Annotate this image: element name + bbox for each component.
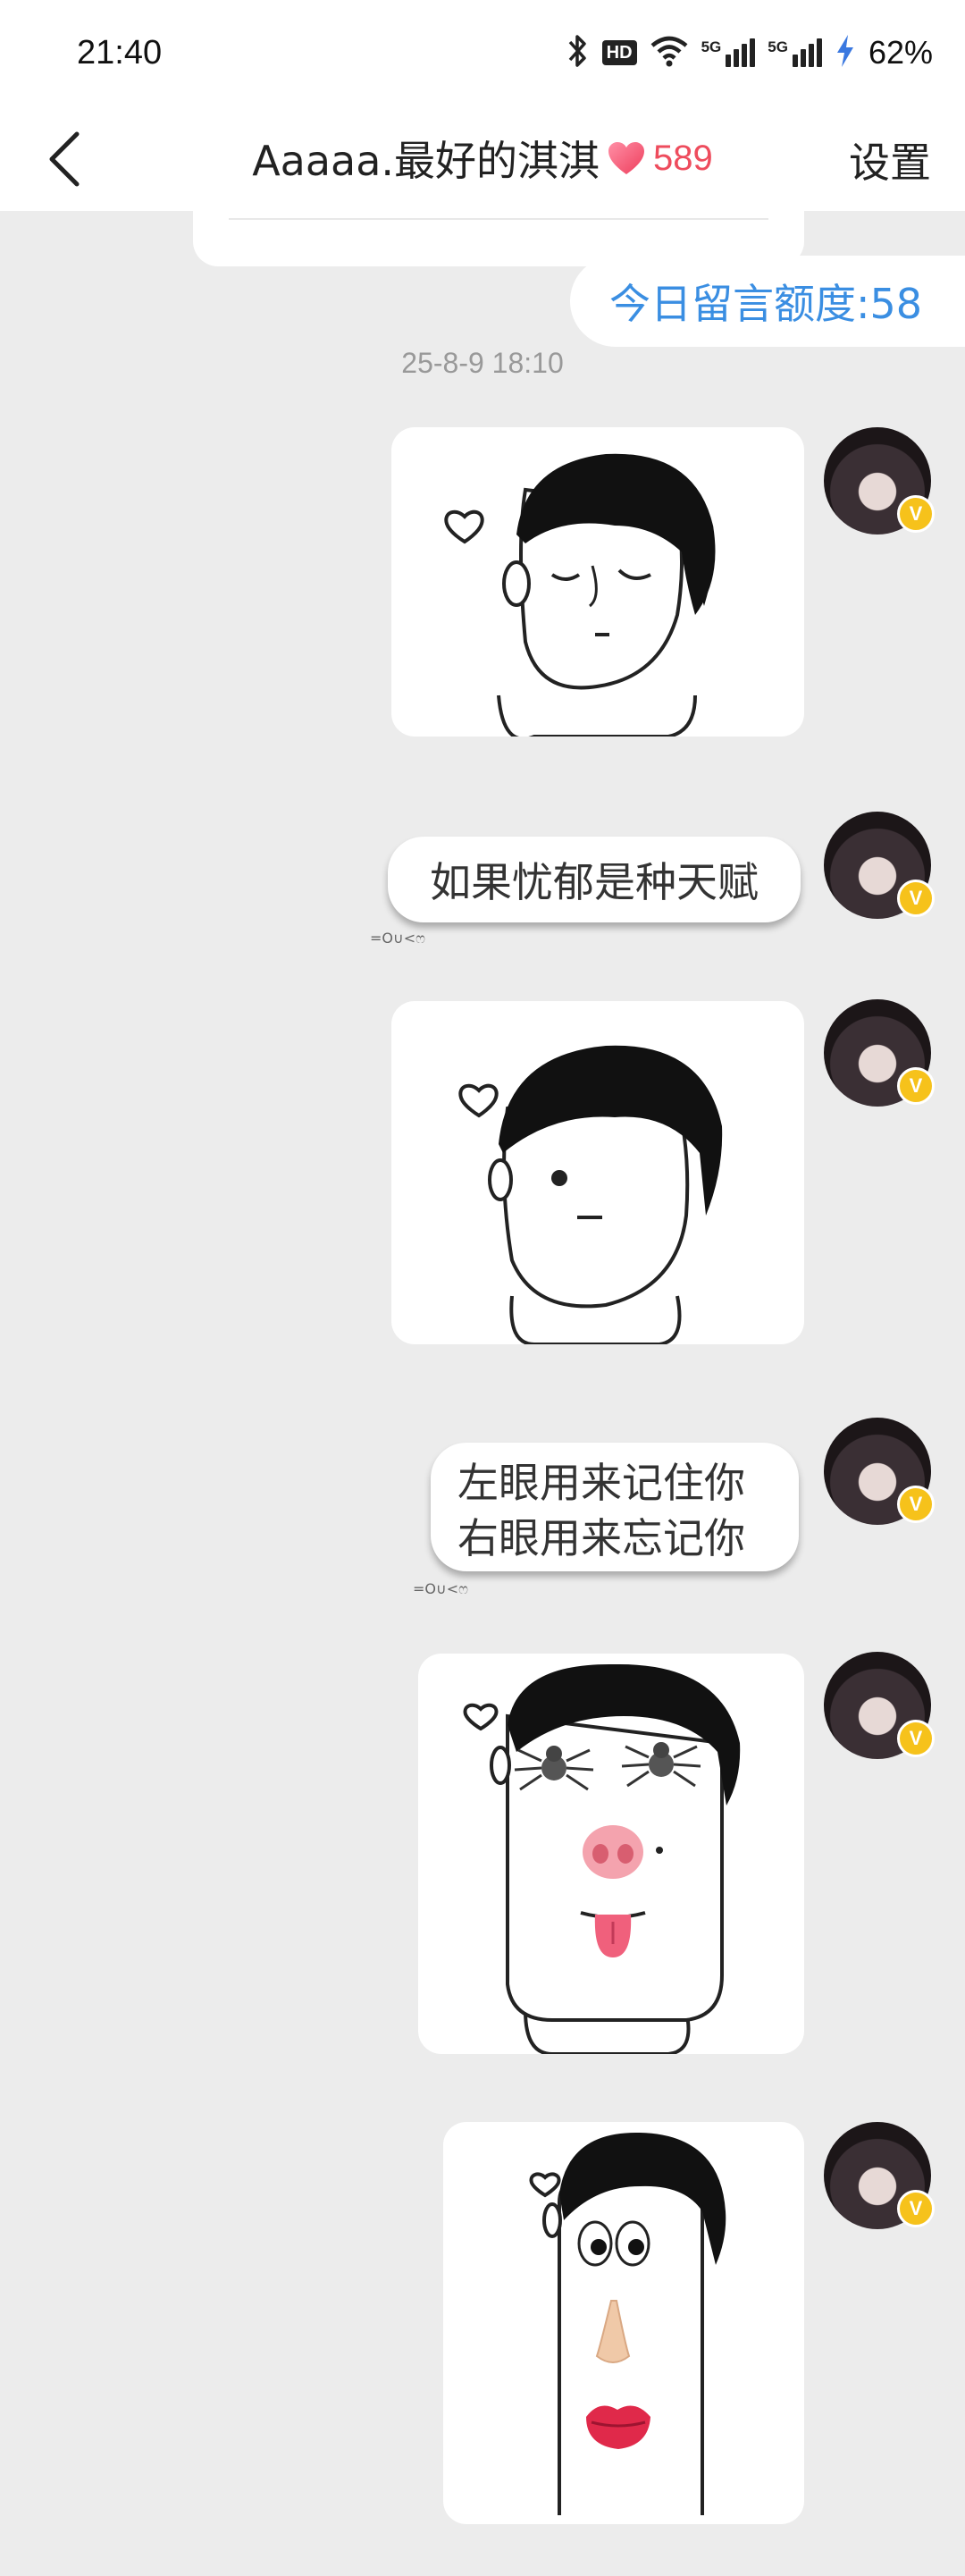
chat-title: Aaaaa.最好的淇淇 [252,137,600,185]
settings-button[interactable]: 设置 [849,130,931,189]
sticker-message[interactable] [391,1001,804,1344]
text-message-bubble[interactable]: 如果忧郁是种天赋 [388,837,801,922]
hd-voice-icon: HD [601,40,637,65]
sender-avatar[interactable]: V [824,812,935,919]
status-icons: HD 5G 5G 62% [566,30,933,75]
heart-icon [607,140,646,176]
sticker-message[interactable] [443,2122,804,2524]
status-time: 21:40 [77,34,163,72]
battery-level: 62% [868,34,933,71]
sender-avatar[interactable]: V [824,427,935,535]
sender-avatar[interactable]: V [824,2122,935,2229]
sender-avatar[interactable]: V [824,999,935,1107]
sender-avatar[interactable]: V [824,1652,935,1759]
signal-strength-icon-2: 5G [768,38,822,67]
message-text-line-2: 右眼用来忘记你 [457,1514,745,1562]
message-quota-pill[interactable]: 今日留言额度:58 [570,256,965,347]
intimacy-count: 589 [653,138,713,178]
charging-bolt-icon [835,33,856,72]
bubble-decoration: =O∪<ෆ [413,1580,468,1597]
verified-badge-icon: V [897,495,935,533]
verified-badge-icon: V [897,880,935,917]
text-message-bubble[interactable]: 左眼用来记住你 右眼用来忘记你 [431,1443,799,1571]
sticker-message[interactable] [391,427,804,737]
status-bar: 21:40 HD 5G 5G 62% [0,0,965,105]
verified-badge-icon: V [897,1720,935,1757]
verified-badge-icon: V [897,1067,935,1105]
sticker-message[interactable] [418,1654,804,2054]
bluetooth-icon [566,33,590,72]
message-timestamp: 25-8-9 18:10 [401,347,564,379]
message-text: 如果忧郁是种天赋 [430,858,759,906]
verified-badge-icon: V [897,2190,935,2227]
message-text-line-1: 左眼用来记住你 [457,1459,745,1507]
bubble-decoration: =O∪<ෆ [370,930,425,947]
chat-header: Aaaaa.最好的淇淇 589 设置 [0,105,965,211]
sender-avatar[interactable]: V [824,1418,935,1525]
verified-badge-icon: V [897,1486,935,1523]
chat-title-group[interactable]: Aaaaa.最好的淇淇 589 [0,127,965,189]
signal-strength-icon: 5G [701,38,756,67]
wifi-icon [650,35,689,71]
